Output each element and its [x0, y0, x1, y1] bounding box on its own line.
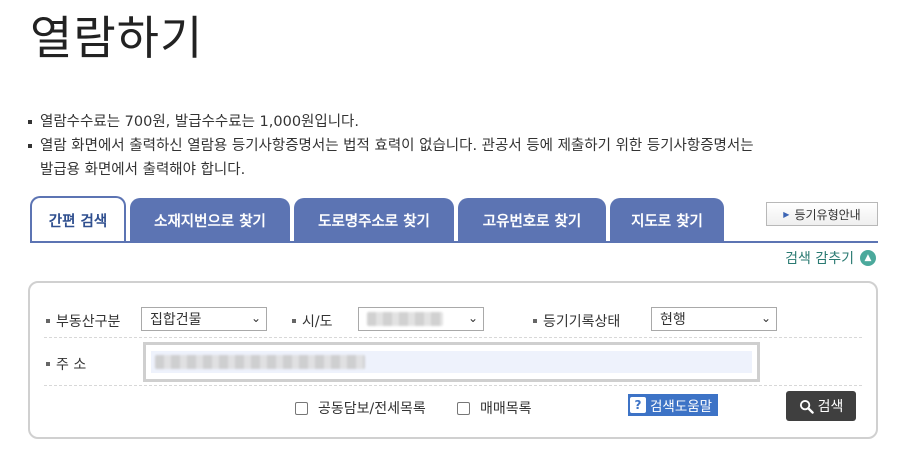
checkbox-box[interactable]: [295, 401, 308, 415]
record-status-value: 현행: [660, 312, 686, 328]
property-type-value: 집합건물: [150, 312, 202, 328]
tab-unique-number-search[interactable]: 고유번호로 찾기: [458, 198, 606, 242]
search-help-button[interactable]: ? 검색도움말: [628, 394, 719, 416]
sales-list-label: 매매목록: [480, 401, 532, 417]
question-icon: ?: [630, 397, 646, 413]
tab-map-search[interactable]: 지도로 찾기: [610, 198, 724, 242]
hide-search-label: 검색 감추기: [785, 251, 854, 267]
search-tabs: 간편 검색 소재지번으로 찾기 도로명주소로 찾기 고유번호로 찾기 지도로 찾…: [30, 196, 728, 242]
tab-simple-search[interactable]: 간편 검색: [30, 196, 126, 242]
registry-type-guide-label: 등기유형안내: [794, 207, 861, 222]
property-type-select[interactable]: 집합건물 ⌄: [141, 307, 267, 331]
region-label: 시/도: [292, 311, 332, 331]
notice-fee: 열람수수료는 700원, 발급수수료는 1,000원입니다.: [28, 110, 888, 134]
search-button[interactable]: 검색: [786, 391, 856, 421]
triangle-right-icon: ▶: [783, 209, 790, 219]
tab-road-address-search[interactable]: 도로명주소로 찾기: [294, 198, 454, 242]
address-input[interactable]: [143, 342, 760, 382]
magnifier-icon: [799, 399, 814, 414]
address-value-redacted: [155, 355, 365, 369]
chevron-down-icon: ⌄: [760, 311, 771, 325]
page-title: 열람하기: [30, 11, 204, 65]
joint-collateral-checkbox[interactable]: 공동담보/전세목록: [295, 398, 426, 418]
record-status-select[interactable]: 현행 ⌄: [651, 307, 777, 331]
search-form: 부동산구분 집합건물 ⌄ 시/도 ⌄ 등기기록상태 현행 ⌄ 주 소 공동담보/…: [28, 281, 878, 439]
chevron-up-icon: ▲: [860, 250, 876, 266]
search-button-label: 검색: [817, 399, 844, 415]
search-help-label: 검색도움말: [650, 399, 713, 415]
record-status-label: 등기기록상태: [533, 311, 620, 331]
notice-list: 열람수수료는 700원, 발급수수료는 1,000원입니다. 열람 화면에서 출…: [28, 110, 888, 182]
notice-legal-effect: 열람 화면에서 출력하신 열람용 등기사항증명서는 법적 효력이 없습니다. 관…: [28, 134, 888, 158]
tab-lot-number-search[interactable]: 소재지번으로 찾기: [130, 198, 290, 242]
chevron-down-icon: ⌄: [467, 311, 478, 325]
chevron-down-icon: ⌄: [250, 311, 261, 325]
notice-legal-effect-cont: 발급용 화면에서 출력해야 합니다.: [40, 162, 246, 178]
row-divider: [44, 385, 862, 386]
address-label: 주 소: [46, 354, 86, 374]
registry-type-guide-button[interactable]: ▶ 등기유형안내: [766, 202, 878, 226]
property-type-label: 부동산구분: [46, 311, 120, 331]
region-select[interactable]: ⌄: [358, 307, 484, 331]
tab-underline: [30, 241, 878, 243]
sales-list-checkbox[interactable]: 매매목록: [457, 398, 532, 418]
checkbox-box[interactable]: [457, 401, 470, 415]
joint-collateral-label: 공동담보/전세목록: [318, 401, 426, 417]
hide-search-link[interactable]: 검색 감추기 ▲: [785, 248, 876, 268]
row-divider: [44, 337, 862, 338]
region-value-redacted: [367, 312, 443, 326]
